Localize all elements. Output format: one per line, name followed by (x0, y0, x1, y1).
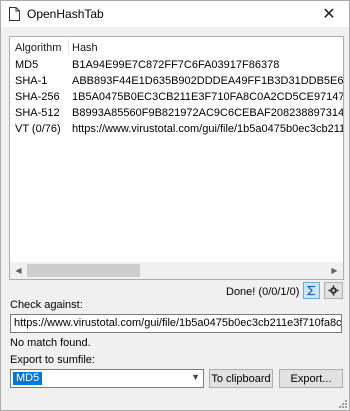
list-row[interactable]: SHA-256 1B5A0475B0EC3CB211E3F710FA8C0A2C… (10, 90, 343, 106)
openhashtab-window: OpenHashTab ✕ Algorithm Hash MD5 B1A94E9… (0, 0, 350, 411)
gear-icon (328, 285, 339, 296)
row-hash: B8993A85560F9B821972AC9C6CEBAF2082388973… (72, 107, 344, 119)
column-header-algorithm[interactable]: Algorithm (15, 42, 61, 54)
settings-button[interactable] (324, 282, 343, 299)
chevron-down-icon: ▼ (191, 372, 200, 382)
row-algorithm: SHA-512 (15, 107, 60, 119)
export-label: Export to sumfile: (10, 354, 95, 366)
close-button[interactable]: ✕ (311, 2, 347, 26)
scroll-thumb[interactable] (27, 264, 140, 277)
close-icon: ✕ (322, 6, 336, 23)
hash-list[interactable]: Algorithm Hash MD5 B1A94E99E7C872FF7C6FA… (9, 36, 344, 280)
status-text: Done! (0/0/1/0) (226, 286, 300, 298)
sigma-icon (306, 285, 315, 296)
column-header-hash[interactable]: Hash (72, 42, 98, 54)
list-row[interactable]: SHA-1 ABB893F44E1D635B902DDDEA49FF1B3D31… (10, 74, 343, 90)
row-hash: https://www.virustotal.com/gui/file/1b5a… (72, 123, 344, 135)
resize-grip-icon[interactable] (337, 398, 347, 408)
check-against-input[interactable]: https://www.virustotal.com/gui/file/1b5a… (10, 314, 342, 333)
list-row[interactable]: MD5 B1A94E99E7C872FF7C6FA03917F86378 (10, 58, 343, 74)
row-hash: B1A94E99E7C872FF7C6FA03917F86378 (72, 59, 280, 71)
row-algorithm: SHA-256 (15, 91, 60, 103)
selected-algorithm: MD5 (13, 372, 43, 385)
file-icon (9, 7, 20, 21)
export-algorithm-select[interactable]: MD5 ▼ (10, 369, 204, 388)
check-against-label: Check against: (10, 299, 83, 311)
export-button[interactable]: Export... (279, 369, 343, 388)
title-bar: OpenHashTab ✕ (1, 1, 349, 27)
row-algorithm: VT (0/76) (15, 123, 61, 135)
row-hash: ABB893F44E1D635B902DDDEA49FF1B3D31DDB5E6 (72, 75, 344, 87)
row-algorithm: MD5 (15, 59, 39, 71)
list-row[interactable]: VT (0/76) https://www.virustotal.com/gui… (10, 122, 343, 138)
match-result-text: No match found. (10, 337, 91, 349)
horizontal-scrollbar[interactable]: ◀ ▶ (10, 262, 343, 279)
copy-to-clipboard-button[interactable]: To clipboard (209, 369, 273, 388)
column-divider[interactable] (68, 39, 69, 55)
row-algorithm: SHA-1 (15, 75, 48, 87)
scroll-right-button[interactable]: ▶ (326, 262, 343, 279)
row-hash: 1B5A0475B0EC3CB211E3F710FA8C0A2CD5CE9714… (72, 91, 344, 103)
hash-list-toggle-button[interactable] (303, 282, 320, 299)
list-header: Algorithm Hash (10, 37, 343, 57)
window-title: OpenHashTab (27, 7, 104, 21)
list-row[interactable]: SHA-512 B8993A85560F9B821972AC9C6CEBAF20… (10, 106, 343, 122)
scroll-left-button[interactable]: ◀ (10, 262, 27, 279)
